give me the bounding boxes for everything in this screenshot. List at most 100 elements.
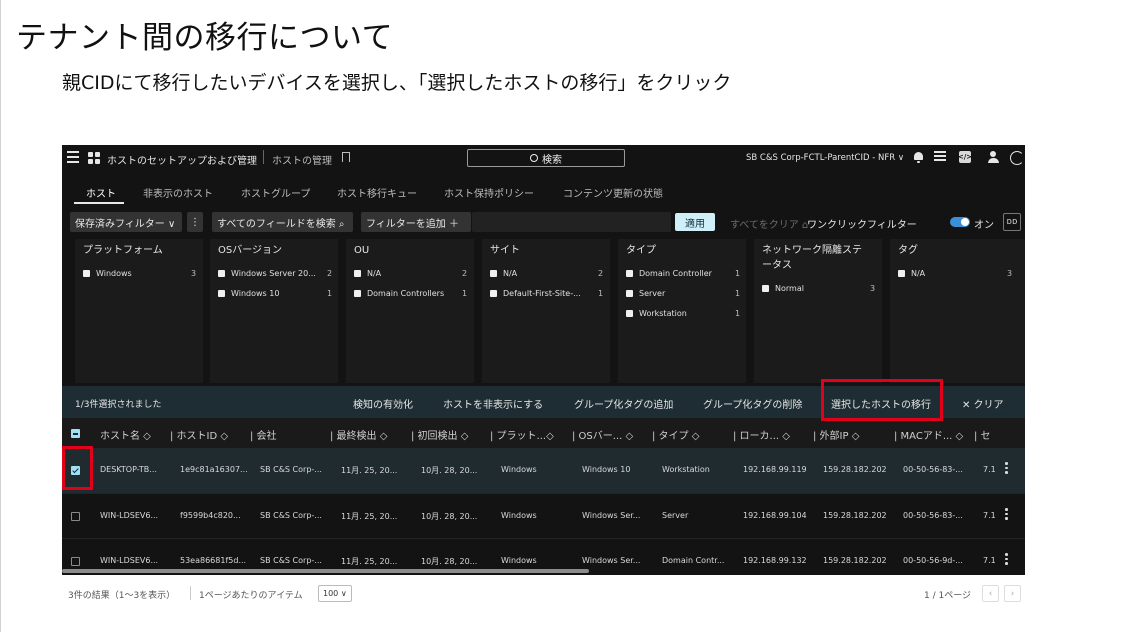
row-menu-icon[interactable] — [1005, 508, 1009, 522]
table-row[interactable]: DESKTOP-TB... 1e9c81a16307... SB C&S Cor… — [62, 448, 1025, 493]
bell-icon[interactable] — [912, 151, 924, 163]
facet-option[interactable]: N/A — [898, 269, 1018, 278]
code-icon[interactable]: </> — [958, 151, 972, 163]
facet-option[interactable]: Workstation — [626, 309, 746, 318]
filter-input-area[interactable] — [472, 212, 671, 232]
column-host-id[interactable]: | ホストID ◇ — [170, 427, 228, 442]
facet-network-containment: ネットワーク隔離ステ ータス Normal 3 — [754, 239, 882, 383]
apps-icon[interactable] — [88, 152, 100, 164]
facet-option[interactable]: Domain Controllers — [354, 289, 474, 298]
tab-hosts[interactable]: ホスト — [86, 185, 116, 200]
checkbox[interactable] — [354, 290, 361, 297]
apply-button[interactable]: 適用 — [675, 213, 715, 231]
menu-icon[interactable] — [67, 151, 79, 163]
clear-all-button[interactable]: すべてをクリア ⌂ — [730, 216, 808, 231]
toggle-state-label: オン — [974, 220, 994, 231]
saved-filters-button[interactable]: 保存済みフィルター ∨ — [70, 212, 182, 232]
breadcrumb-manage[interactable]: ホストの管理 — [272, 152, 332, 167]
column-platform[interactable]: | プラット...◇ — [490, 427, 554, 442]
bookmark-icon[interactable] — [342, 152, 350, 162]
theme-icon[interactable] — [1010, 151, 1024, 165]
per-page-label: 1ページあたりのアイテム — [199, 591, 303, 601]
cell-first-seen: 10月. 28, 20... — [421, 466, 478, 475]
facet-type: タイプ Domain Controller 1 Server 1 Worksta… — [618, 239, 746, 383]
table-row[interactable]: WIN-LDSEV6... f9599b4c820... SB C&S Corp… — [62, 493, 1025, 538]
prev-page-button[interactable]: ‹ — [982, 585, 999, 602]
facet-option[interactable]: N/A — [490, 269, 610, 278]
add-grouping-tag-button[interactable]: グループ化タグの追加 — [574, 396, 673, 411]
column-sensor[interactable]: | セ — [974, 427, 991, 442]
more-options-icon[interactable]: ⋮ — [187, 212, 203, 232]
column-hostname[interactable]: ホスト名 ◇ — [100, 427, 151, 442]
facet-option[interactable]: Default-First-Site-... — [490, 289, 610, 298]
checkbox[interactable] — [490, 290, 497, 297]
column-type[interactable]: | タイプ ◇ — [652, 427, 699, 442]
remove-grouping-tag-button[interactable]: グループ化タグの削除 — [703, 396, 802, 411]
hide-hosts-button[interactable]: ホストを非表示にする — [443, 396, 543, 411]
tab-content-update-status[interactable]: コンテンツ更新の状態 — [563, 185, 663, 200]
cell-hostname[interactable]: DESKTOP-TB... — [100, 465, 157, 474]
column-mac-address[interactable]: | MACアド... ◇ — [894, 427, 963, 442]
global-search[interactable]: 検索 — [467, 149, 625, 167]
search-icon — [530, 154, 538, 162]
cell-mac-address: 00-50-56-83-... — [903, 465, 963, 474]
docs-icon[interactable] — [934, 151, 946, 163]
cell-host-id: f9599b4c820... — [180, 511, 241, 520]
user-icon[interactable] — [987, 151, 999, 163]
column-os-version[interactable]: | OSバー... ◇ — [572, 427, 633, 442]
facet-title: プラットフォーム — [83, 245, 163, 256]
facet-option[interactable]: Domain Controller — [626, 269, 746, 278]
checkbox[interactable] — [83, 270, 90, 277]
tenant-selector[interactable]: SB C&S Corp-FCTL-ParentCID - NFR ∨ — [746, 153, 904, 163]
facet-title: OU — [354, 245, 370, 256]
checkbox[interactable] — [626, 270, 633, 277]
columns-icon[interactable]: ᴅᴅ — [1003, 213, 1021, 231]
checkbox[interactable] — [762, 285, 769, 292]
facet-site: サイト N/A 2 Default-First-Site-... 1 — [482, 239, 610, 383]
row-menu-icon[interactable] — [1005, 462, 1009, 476]
column-last-seen[interactable]: | 最終検出 ◇ — [330, 427, 387, 442]
facet-option[interactable]: Normal — [762, 284, 882, 293]
row-checkbox[interactable] — [71, 557, 80, 566]
column-local-ip[interactable]: | ローカ... ◇ — [733, 427, 790, 442]
column-first-seen[interactable]: | 初回検出 ◇ — [411, 427, 468, 442]
one-click-filter-toggle[interactable] — [950, 217, 970, 227]
next-page-button[interactable]: › — [1004, 585, 1021, 602]
checkbox[interactable] — [898, 270, 905, 277]
facet-count: 1 — [735, 269, 741, 278]
clear-selection-button[interactable]: ✕ クリア — [962, 396, 1004, 411]
tab-host-groups[interactable]: ホストグループ — [241, 185, 310, 200]
per-page-select[interactable]: 100 ∨ — [318, 585, 352, 602]
search-all-fields[interactable]: すべてのフィールドを検索 ⌕ — [212, 212, 353, 232]
facet-option[interactable]: Windows Server 20... — [218, 269, 338, 278]
checkbox[interactable] — [354, 270, 361, 277]
facet-option[interactable]: N/A — [354, 269, 474, 278]
checkbox[interactable] — [626, 290, 633, 297]
enable-detection-button[interactable]: 検知の有効化 — [353, 396, 413, 411]
checkbox[interactable] — [218, 270, 225, 277]
tab-host-migration-queue[interactable]: ホスト移行キュー — [337, 185, 417, 200]
tab-hidden-hosts[interactable]: 非表示のホスト — [143, 185, 213, 200]
facet-tags: タグ N/A 3 — [890, 239, 1025, 383]
checkbox[interactable] — [626, 310, 633, 317]
column-external-ip[interactable]: | 外部IP ◇ — [813, 427, 859, 442]
cell-external-ip: 159.28.182.202 — [823, 556, 887, 565]
add-filter-button[interactable]: フィルターを追加 ＋ — [361, 212, 471, 232]
checkbox[interactable] — [490, 270, 497, 277]
cell-last-seen: 11月. 25, 20... — [341, 512, 398, 521]
one-click-filter-label: ワンクリックフィルター — [807, 220, 917, 231]
cell-hostname[interactable]: WIN-LDSEV6... — [100, 511, 158, 520]
column-company[interactable]: | 会社 — [250, 427, 277, 442]
facet-option[interactable]: Server — [626, 289, 746, 298]
checkbox[interactable] — [218, 290, 225, 297]
row-menu-icon[interactable] — [1005, 553, 1009, 567]
facet-count: 1 — [735, 309, 741, 318]
facet-option[interactable]: Windows 10 — [218, 289, 338, 298]
select-all-checkbox[interactable] — [71, 429, 80, 438]
row-checkbox[interactable] — [71, 512, 80, 521]
horizontal-scrollbar[interactable] — [62, 569, 589, 573]
breadcrumb-setup[interactable]: ホストのセットアップおよび管理 — [107, 152, 257, 167]
tab-host-retention-policy[interactable]: ホスト保持ポリシー — [444, 185, 534, 200]
facet-option[interactable]: Windows — [83, 269, 203, 278]
cell-hostname[interactable]: WIN-LDSEV6... — [100, 556, 158, 565]
